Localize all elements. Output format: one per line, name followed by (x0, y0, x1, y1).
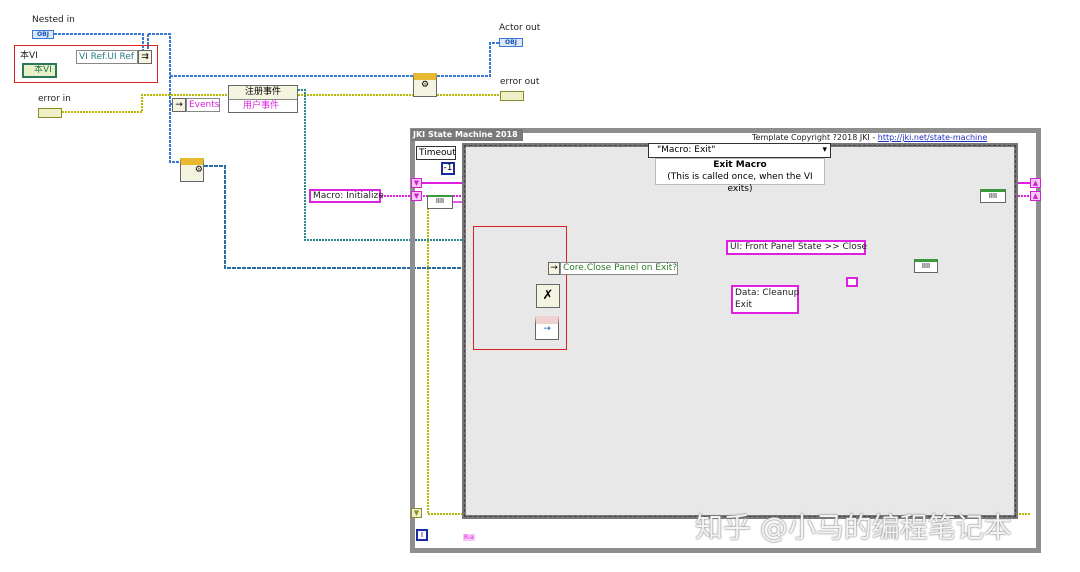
case-selector[interactable]: "Macro: Exit" ▾ (648, 143, 831, 158)
actor-out-terminal[interactable]: OBJ (499, 38, 523, 47)
error-out-label: error out (500, 77, 540, 87)
template-copyright: Template Copyright ?2018 JKI - http://jk… (752, 133, 987, 142)
case-selector-value: "Macro: Exit" (657, 145, 716, 155)
comment-body: (This is called once, when the VI exits) (667, 172, 813, 194)
this-vi-label: 本VI (20, 51, 38, 61)
merge-node-icon[interactable]: ⇉ (138, 50, 152, 64)
gear-method-node-icon[interactable]: ⚙ (180, 158, 204, 182)
enqueue-node-icon[interactable]: IIII (914, 259, 938, 273)
unbundle-queue-node-icon[interactable]: IIII (427, 195, 453, 209)
actor-out-label: Actor out (499, 23, 541, 33)
watermark: 知乎 @小马的编程笔记本 (695, 511, 1012, 544)
unbundle-arrow-icon: → (548, 262, 560, 275)
register-events-node[interactable]: 注册事件 用户事件 (228, 85, 298, 113)
error-in-terminal[interactable] (38, 108, 62, 118)
timeout-label: Timeout (416, 146, 456, 160)
vi-ref-ui-ref-property[interactable]: VI Ref.UI Ref (76, 50, 138, 64)
events-label[interactable]: Events (186, 98, 220, 112)
case-comment: Exit Macro (This is called once, when th… (655, 158, 825, 194)
this-vi-reference[interactable]: 本VI (22, 63, 57, 78)
core-close-panel-field[interactable]: Core.Close Panel on Exit? (560, 262, 678, 275)
data-cleanup-exit-constant[interactable]: Data: Cleanup Exit (731, 285, 799, 314)
register-events-title: 注册事件 (229, 86, 297, 100)
comment-title: Exit Macro (713, 160, 767, 170)
shift-register-right-1[interactable]: ▲ (1030, 178, 1041, 188)
empty-string-constant[interactable] (846, 277, 858, 287)
bundle-queue-node-icon[interactable]: IIII (980, 189, 1006, 203)
shift-register-left-2[interactable]: ▼ (411, 191, 422, 201)
while-loop-title: JKI State Machine 2018 (411, 129, 523, 141)
close-reference-icon[interactable]: → (535, 316, 559, 340)
macro-initialize-constant[interactable]: Macro: Initialize (309, 189, 384, 203)
case-tag: R-a (463, 534, 475, 541)
nested-in-terminal[interactable]: OBJ (32, 30, 54, 39)
close-reference-node-icon[interactable]: ⚙ (413, 73, 437, 97)
shift-register-right-2[interactable]: ▲ (1030, 191, 1041, 201)
user-event-item[interactable]: 用户事件 (229, 100, 297, 113)
error-in-label: error in (38, 94, 71, 104)
nested-in-label: Nested in (32, 15, 75, 25)
ui-front-panel-state-constant[interactable]: UI: Front Panel State >> Close (726, 240, 867, 255)
block-diagram: Nested in OBJ 本VI 本VI VI Ref.UI Ref ⇉ er… (0, 0, 1080, 572)
bundle-arrow-icon: → (172, 98, 186, 112)
iteration-terminal: i (416, 529, 428, 541)
dropdown-icon: ▾ (822, 145, 827, 155)
copyright-text: Template Copyright ?2018 JKI - (752, 133, 878, 142)
close-front-panel-icon[interactable]: ✗ (536, 284, 560, 308)
error-out-terminal[interactable] (500, 91, 524, 101)
shift-register-left-1[interactable]: ▼ (411, 178, 422, 188)
timeout-constant[interactable]: -1 (441, 162, 455, 175)
shift-register-error[interactable]: ▼ (411, 508, 422, 518)
jki-link[interactable]: http://jki.net/state-machine (878, 133, 987, 142)
this-vi-ref-text: 本VI (34, 65, 52, 75)
